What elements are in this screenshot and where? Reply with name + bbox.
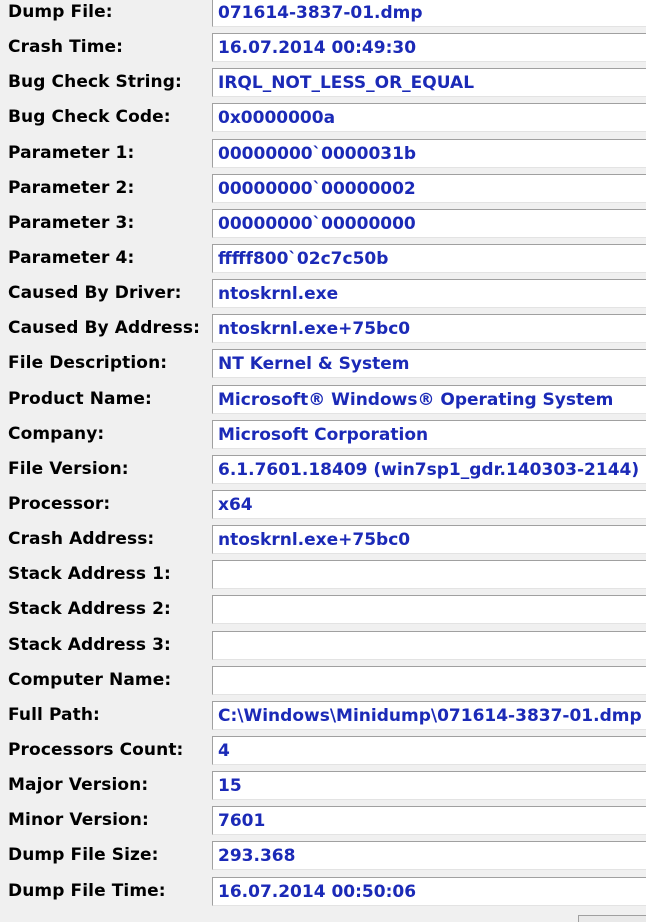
property-label: Product Name: xyxy=(8,388,152,409)
property-label: Stack Address 2: xyxy=(8,599,171,620)
property-row-processor: Processor: x64 xyxy=(0,486,646,521)
property-label: Caused By Address: xyxy=(8,318,200,339)
property-label: File Description: xyxy=(8,353,168,374)
property-row-dump-file: Dump File: 071614-3837-01.dmp xyxy=(0,0,646,29)
property-row-parameter-1: Parameter 1: 00000000`0000031b xyxy=(0,135,646,170)
property-row-major-version: Major Version: 15 xyxy=(0,767,646,802)
property-row-bug-check-code: Bug Check Code: 0x0000000a xyxy=(0,99,646,134)
property-row-computer-name: Computer Name: xyxy=(0,662,646,697)
property-row-parameter-4: Parameter 4: fffff800`02c7c50b xyxy=(0,240,646,275)
property-row-stack-address-3: Stack Address 3: xyxy=(0,627,646,662)
property-row-dump-file-time: Dump File Time: 16.07.2014 00:50:06 xyxy=(0,873,646,908)
property-row-parameter-2: Parameter 2: 00000000`00000002 xyxy=(0,170,646,205)
property-label: Processors Count: xyxy=(8,739,184,760)
property-value-field[interactable]: 293.368 xyxy=(212,841,646,871)
property-value-field[interactable]: ntoskrnl.exe xyxy=(212,279,646,309)
property-value-field[interactable] xyxy=(212,595,646,625)
property-label: File Version: xyxy=(8,458,129,479)
property-row-dump-file-size: Dump File Size: 293.368 xyxy=(0,837,646,872)
property-row-file-description: File Description: NT Kernel & System xyxy=(0,345,646,380)
property-value-field[interactable] xyxy=(212,630,646,660)
property-value-field[interactable]: 00000000`00000000 xyxy=(212,208,646,238)
property-label: Parameter 1: xyxy=(8,142,135,163)
property-value-field[interactable]: x64 xyxy=(212,489,646,519)
property-label: Dump File Time: xyxy=(8,880,166,901)
property-value-field[interactable] xyxy=(212,560,646,590)
property-value-field[interactable]: 6.1.7601.18409 (win7sp1_gdr.140303-2144) xyxy=(212,454,646,484)
property-row-stack-address-2: Stack Address 2: xyxy=(0,591,646,626)
property-value-field[interactable]: 7601 xyxy=(212,806,646,836)
property-label: Processor: xyxy=(8,493,111,514)
property-label: Bug Check String: xyxy=(8,72,182,93)
property-row-bug-check-string: Bug Check String: IRQL_NOT_LESS_OR_EQUAL xyxy=(0,64,646,99)
property-value-field[interactable]: C:\Windows\Minidump\071614-3837-01.dmp xyxy=(212,700,646,730)
property-value-field[interactable]: fffff800`02c7c50b xyxy=(212,243,646,273)
property-value-field[interactable]: 15 xyxy=(212,771,646,801)
property-value-field[interactable]: 0x0000000a xyxy=(212,103,646,133)
property-value-field[interactable]: ntoskrnl.exe+75bc0 xyxy=(212,314,646,344)
property-label: Company: xyxy=(8,423,105,444)
property-value-field[interactable]: 00000000`00000002 xyxy=(212,173,646,203)
property-label: Parameter 3: xyxy=(8,212,135,233)
property-value-field[interactable] xyxy=(212,665,646,695)
property-value-field[interactable]: Microsoft Corporation xyxy=(212,419,646,449)
property-value-field[interactable]: 071614-3837-01.dmp xyxy=(212,0,646,27)
property-label: Major Version: xyxy=(8,775,149,796)
property-row-caused-by-driver: Caused By Driver: ntoskrnl.exe xyxy=(0,275,646,310)
property-label: Dump File Size: xyxy=(8,845,159,866)
property-label: Full Path: xyxy=(8,704,100,725)
property-row-crash-time: Crash Time: 16.07.2014 00:49:30 xyxy=(0,29,646,64)
property-label: Crash Time: xyxy=(8,37,124,58)
property-row-stack-address-1: Stack Address 1: xyxy=(0,556,646,591)
property-label: Minor Version: xyxy=(8,810,149,831)
property-value-field[interactable]: 00000000`0000031b xyxy=(212,138,646,168)
bottom-strip xyxy=(0,914,646,922)
property-row-file-version: File Version: 6.1.7601.18409 (win7sp1_gd… xyxy=(0,451,646,486)
property-row-caused-by-address: Caused By Address: ntoskrnl.exe+75bc0 xyxy=(0,310,646,345)
property-row-parameter-3: Parameter 3: 00000000`00000000 xyxy=(0,205,646,240)
property-label: Stack Address 3: xyxy=(8,634,171,655)
property-row-minor-version: Minor Version: 7601 xyxy=(0,802,646,837)
property-row-full-path: Full Path: C:\Windows\Minidump\071614-38… xyxy=(0,697,646,732)
property-row-product-name: Product Name: Microsoft® Windows® Operat… xyxy=(0,381,646,416)
property-label: Parameter 2: xyxy=(8,177,135,198)
property-label: Caused By Driver: xyxy=(8,283,182,304)
property-value-field[interactable]: NT Kernel & System xyxy=(212,349,646,379)
property-label: Dump File: xyxy=(8,2,113,22)
property-value-field[interactable]: 16.07.2014 00:50:06 xyxy=(212,876,646,906)
property-value-field[interactable]: 4 xyxy=(212,735,646,765)
property-row-company: Company: Microsoft Corporation xyxy=(0,416,646,451)
property-row-crash-address: Crash Address: ntoskrnl.exe+75bc0 xyxy=(0,521,646,556)
property-value-field[interactable]: 16.07.2014 00:49:30 xyxy=(212,33,646,63)
dump-properties-panel: Dump File: 071614-3837-01.dmp Crash Time… xyxy=(0,0,646,922)
property-value-field[interactable]: IRQL_NOT_LESS_OR_EQUAL xyxy=(212,68,646,98)
property-value-field[interactable]: ntoskrnl.exe+75bc0 xyxy=(212,525,646,555)
property-label: Bug Check Code: xyxy=(8,107,171,128)
property-label: Computer Name: xyxy=(8,669,172,690)
property-row-processors-count: Processors Count: 4 xyxy=(0,732,646,767)
property-label: Crash Address: xyxy=(8,529,155,550)
properties-list: Dump File: 071614-3837-01.dmp Crash Time… xyxy=(0,0,646,908)
property-label: Stack Address 1: xyxy=(8,564,171,585)
property-label: Parameter 4: xyxy=(8,247,135,268)
property-value-field[interactable]: Microsoft® Windows® Operating System xyxy=(212,384,646,414)
partial-button-edge[interactable] xyxy=(578,915,646,922)
